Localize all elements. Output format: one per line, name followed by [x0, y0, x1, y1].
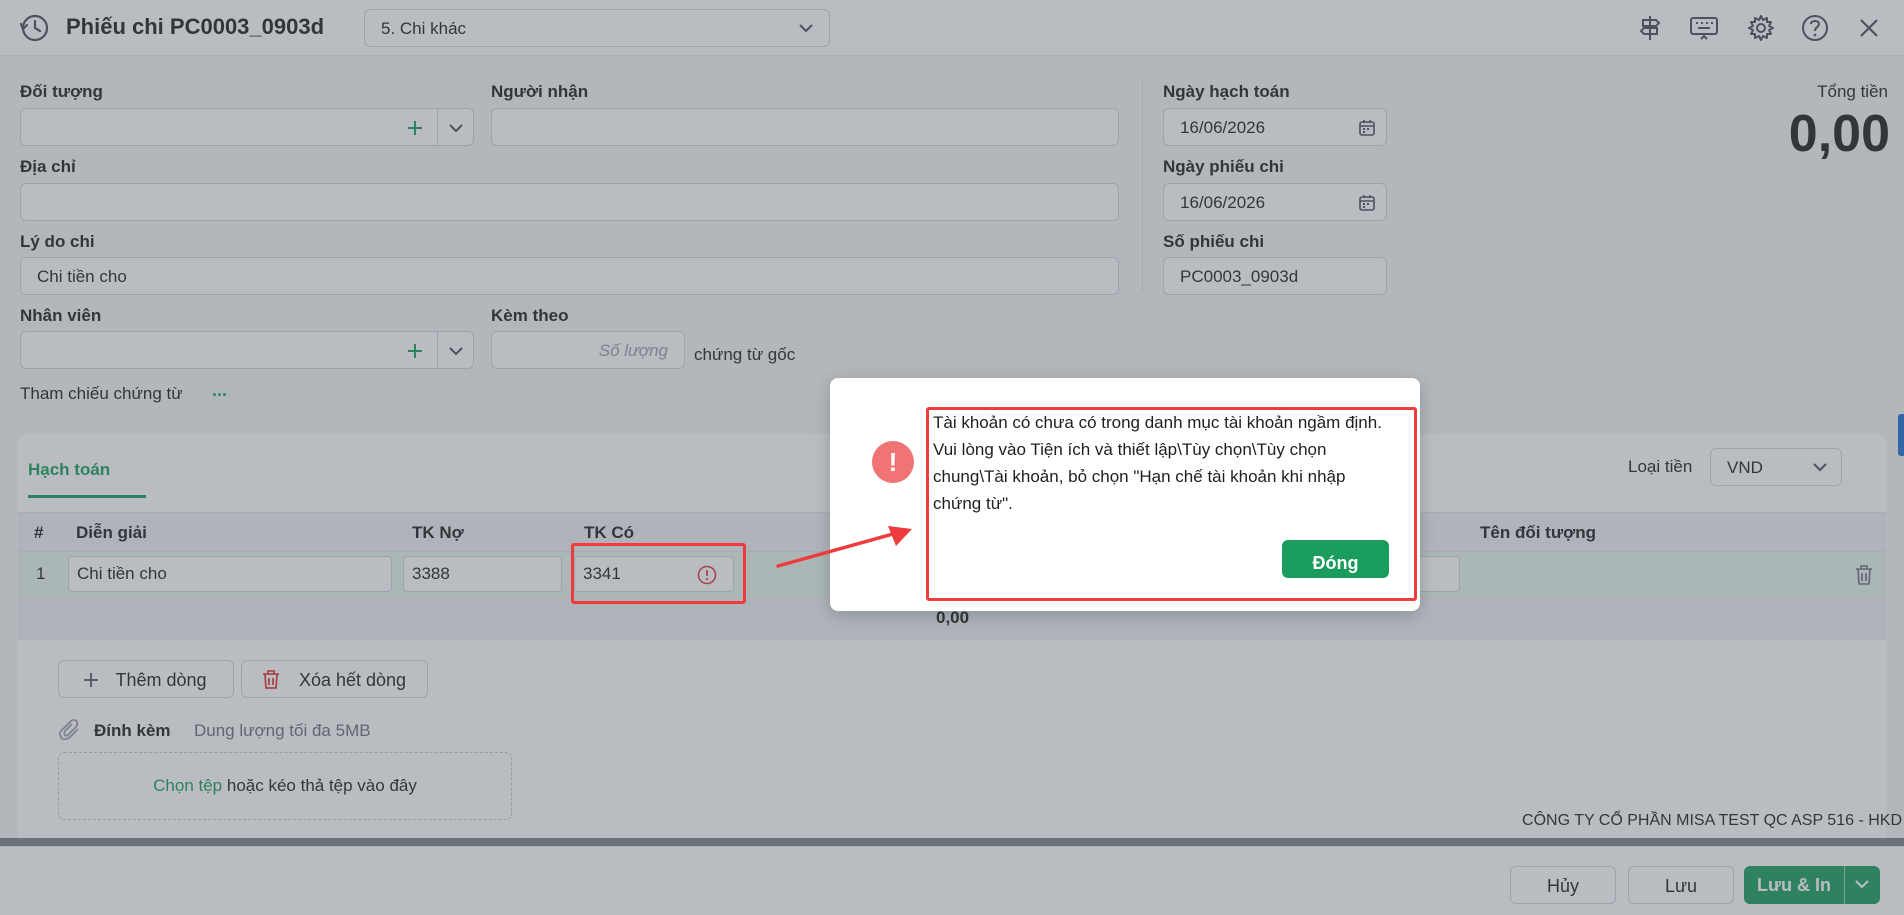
error-message: Tài khoản có chưa có trong danh mục tài … [933, 413, 1382, 513]
error-icon: ! [872, 441, 914, 483]
close-dialog-button[interactable]: Đóng [1282, 540, 1389, 578]
annotation-arrow [776, 526, 912, 568]
annotation-highlight-tk-co [571, 543, 746, 604]
